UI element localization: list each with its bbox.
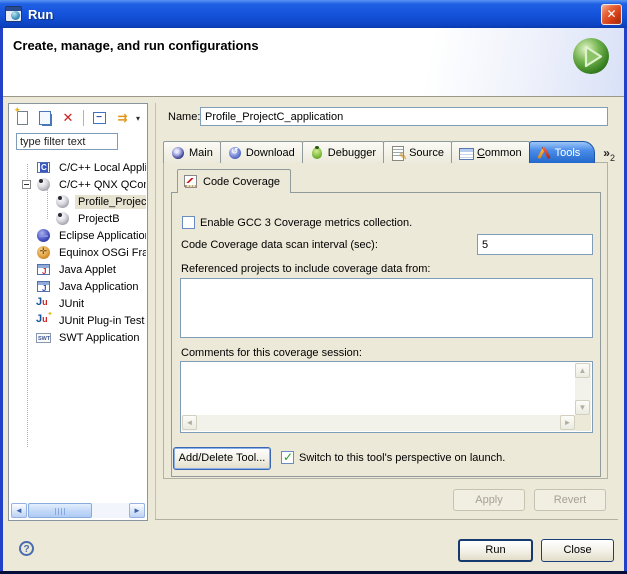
equinox-icon bbox=[36, 245, 52, 261]
run-banner-icon bbox=[572, 37, 611, 76]
c-local-icon bbox=[36, 160, 52, 176]
tab-tools[interactable]: Tools bbox=[529, 141, 596, 163]
code-coverage-icon bbox=[184, 175, 198, 188]
name-label: Name: bbox=[168, 111, 200, 123]
scroll-right-icon[interactable]: ► bbox=[129, 503, 145, 518]
expander-minus-icon[interactable] bbox=[22, 180, 31, 189]
qnx-icon bbox=[36, 177, 52, 193]
tools-tab-icon bbox=[537, 146, 551, 160]
run-button[interactable]: Run bbox=[458, 539, 533, 562]
eclipse-icon bbox=[36, 228, 52, 244]
tree-item-c-c-local-applic[interactable]: C/C++ Local Applic bbox=[9, 159, 146, 176]
filter-menu-caret-icon[interactable]: ▾ bbox=[136, 114, 140, 123]
window-title: Run bbox=[28, 7, 53, 22]
configurations-toolbar: ✕ − ⇉ ▾ bbox=[13, 107, 145, 129]
tree-item-label: C/C++ QNX QConn bbox=[56, 178, 146, 192]
tree-item-label: Eclipse Application bbox=[56, 229, 146, 243]
tab-debugger[interactable]: Debugger bbox=[302, 141, 384, 163]
apply-button[interactable]: Apply bbox=[453, 489, 525, 511]
debugger-tab-icon bbox=[310, 146, 324, 160]
download-tab-icon bbox=[228, 146, 242, 160]
config-tree: C/C++ Local Applic C/C++ QNX QConn Profile… bbox=[9, 159, 146, 500]
tab-overflow-chevron[interactable]: »2 bbox=[603, 146, 615, 163]
tab-label: Common bbox=[477, 147, 522, 159]
tree-item-label: Java Applet bbox=[56, 263, 119, 277]
tab-code-coverage[interactable]: Code Coverage bbox=[177, 169, 291, 193]
tree-item-projectb[interactable]: ProjectB bbox=[9, 210, 146, 227]
tab-label: Source bbox=[409, 147, 444, 159]
window-border bbox=[0, 28, 3, 574]
tab-label: Main bbox=[189, 147, 213, 159]
tree-horizontal-scrollbar[interactable]: ◄ ► bbox=[11, 503, 145, 518]
common-tab-icon bbox=[459, 146, 473, 160]
configurations-panel: ✕ − ⇉ ▾ C/C++ Local Applic C/C++ QNX QCon… bbox=[8, 103, 148, 521]
main-tab-icon bbox=[171, 146, 185, 160]
tab-label: Tools bbox=[555, 147, 581, 159]
tree-item-label: Equinox OSGi Fram bbox=[56, 246, 146, 260]
code-coverage-group bbox=[171, 192, 601, 477]
scrollbar-thumb[interactable] bbox=[28, 503, 92, 518]
duplicate-configuration-icon[interactable] bbox=[36, 109, 54, 127]
tab-main[interactable]: Main bbox=[163, 141, 221, 163]
java-app-icon bbox=[36, 279, 52, 295]
tree-item-label: Java Application bbox=[56, 280, 142, 294]
source-tab-icon bbox=[391, 146, 405, 160]
tab-label: Debugger bbox=[328, 147, 376, 159]
tab-download[interactable]: Download bbox=[220, 141, 303, 163]
title-bar[interactable]: Run ✕ bbox=[0, 0, 627, 28]
java-applet-icon bbox=[36, 262, 52, 278]
tree-item-label: SWT Application bbox=[56, 331, 143, 345]
revert-button[interactable]: Revert bbox=[534, 489, 606, 511]
swt-icon bbox=[36, 330, 52, 346]
collapse-all-icon[interactable]: − bbox=[90, 109, 108, 127]
tree-item-label: JUnit Plug-in Test bbox=[56, 314, 146, 328]
scroll-left-icon[interactable]: ◄ bbox=[11, 503, 27, 518]
subtab-label: Code Coverage bbox=[203, 176, 280, 188]
delete-configuration-icon[interactable]: ✕ bbox=[59, 109, 77, 127]
close-icon[interactable]: ✕ bbox=[601, 4, 622, 25]
tree-item-label: Profile_Project bbox=[75, 195, 146, 209]
tree-item-junit-plug-in-test[interactable]: Ju JUnit Plug-in Test bbox=[9, 312, 146, 329]
tree-item-java-application[interactable]: Java Application bbox=[9, 278, 146, 295]
config-tabbar: Main Download Debugger Source Common Tools »2 bbox=[163, 141, 615, 163]
junit-icon: Ju bbox=[36, 296, 52, 312]
close-button[interactable]: Close bbox=[541, 539, 614, 562]
tree-item-profile-project[interactable]: Profile_Project bbox=[9, 193, 146, 210]
tree-item-swt-application[interactable]: SWT Application bbox=[9, 329, 146, 346]
qnx-icon bbox=[55, 194, 71, 210]
junit-plugin-icon: Ju bbox=[36, 313, 52, 329]
new-configuration-icon[interactable] bbox=[13, 109, 31, 127]
tree-item-c-c-qnx-qconn[interactable]: C/C++ QNX QConn bbox=[9, 176, 146, 193]
toolbar-separator bbox=[83, 110, 84, 126]
run-dialog: Run ✕ Create, manage, and run configurat… bbox=[0, 0, 627, 574]
filter-input[interactable] bbox=[16, 133, 118, 150]
tree-item-java-applet[interactable]: Java Applet bbox=[9, 261, 146, 278]
qnx-icon bbox=[55, 211, 71, 227]
header-title: Create, manage, and run configurations bbox=[13, 38, 259, 53]
tab-source[interactable]: Source bbox=[383, 141, 452, 163]
tree-item-eclipse-application[interactable]: Eclipse Application bbox=[9, 227, 146, 244]
dialog-header: Create, manage, and run configurations bbox=[3, 28, 624, 97]
tree-item-label: JUnit bbox=[56, 297, 87, 311]
tree-item-equinox-osgi-fram[interactable]: Equinox OSGi Fram bbox=[9, 244, 146, 261]
run-dialog-icon bbox=[5, 6, 22, 22]
filter-icon[interactable]: ⇉ bbox=[113, 109, 131, 127]
tree-item-junit[interactable]: Ju JUnit bbox=[9, 295, 146, 312]
name-input[interactable] bbox=[200, 107, 608, 126]
tree-item-label: C/C++ Local Applic bbox=[56, 161, 146, 175]
tab-label: Download bbox=[246, 147, 295, 159]
help-icon[interactable]: ? bbox=[19, 541, 34, 556]
tree-item-label: ProjectB bbox=[75, 212, 123, 226]
tab-common[interactable]: Common bbox=[451, 141, 530, 163]
right-panel-border bbox=[155, 103, 156, 520]
right-panel-border-bottom bbox=[155, 519, 618, 520]
